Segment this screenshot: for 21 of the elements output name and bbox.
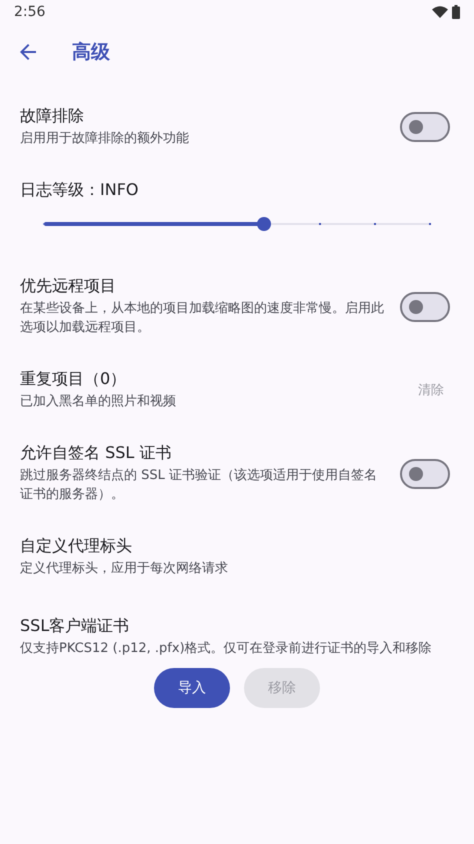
page-title: 高级 — [72, 40, 110, 65]
setting-title: 日志等级：INFO — [20, 180, 140, 200]
battery-icon — [452, 5, 460, 19]
setting-title: 优先远程项目 — [20, 276, 117, 296]
setting-description: 仅支持PKCS12 (.p12, .pfx)格式。仅可在登录前进行证书的导入和移除 — [20, 640, 433, 658]
toggle-switch[interactable] — [400, 112, 450, 142]
setting-description: 启用用于故障排除的额外功能 — [20, 130, 190, 148]
setting-description: 已加入黑名单的照片和视频 — [20, 393, 177, 411]
setting-title: 重复项目（0） — [20, 369, 128, 389]
setting-description: 定义代理标头，应用于每次网络请求 — [20, 560, 229, 578]
toggle-switch[interactable] — [400, 292, 450, 322]
status-time: 2:56 — [14, 4, 46, 20]
setting-title: 允许自签名 SSL 证书 — [20, 443, 172, 463]
import-button[interactable]: 导入 — [154, 668, 230, 708]
wifi-icon — [432, 6, 448, 18]
setting-description: 在某些设备上，从本地的项目加载缩略图的速度非常慢。启用此选项以加载远程项目。 — [20, 300, 384, 337]
setting-title: 自定义代理标头 — [20, 536, 133, 556]
setting-title: 故障排除 — [20, 106, 85, 126]
toggle-switch[interactable] — [400, 458, 450, 488]
setting-description: 跳过服务器终结点的 SSL 证书验证（该选项适用于使用自签名证书的服务器）。 — [20, 467, 378, 504]
setting-title: SSL客户端证书 — [20, 616, 130, 636]
